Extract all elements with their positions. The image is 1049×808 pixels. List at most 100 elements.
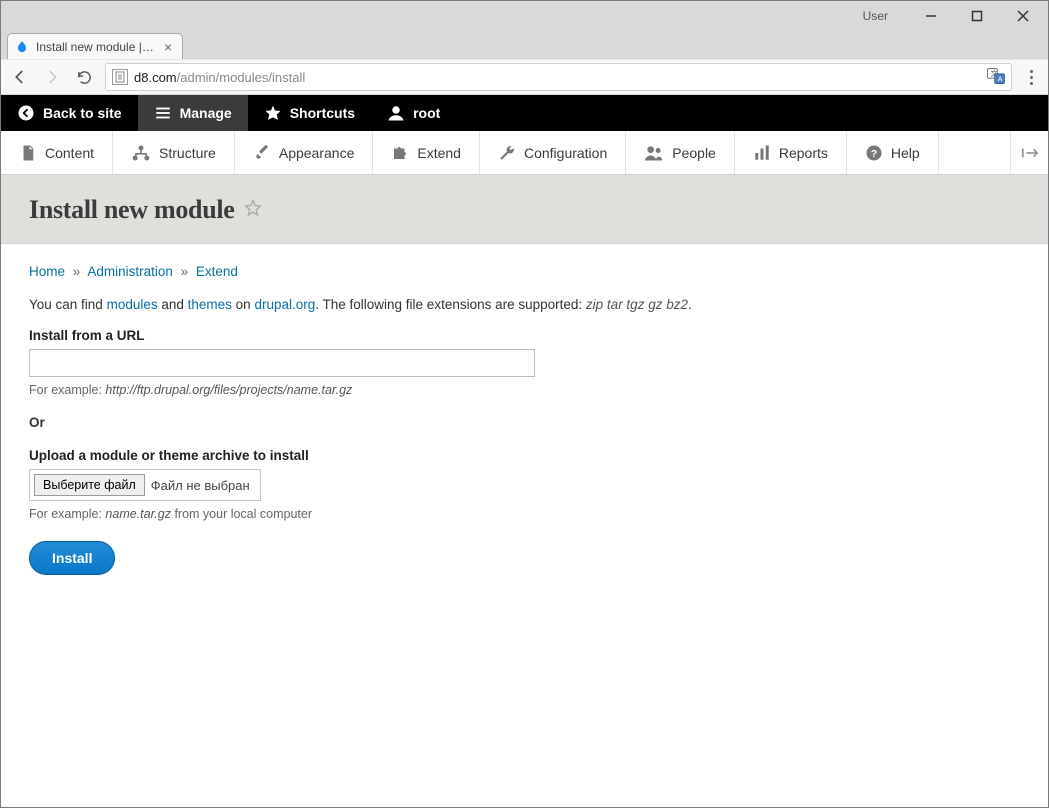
menu-configuration[interactable]: Configuration	[480, 131, 626, 174]
favorite-star-icon[interactable]	[243, 195, 263, 225]
translate-icon[interactable]: 文A	[987, 68, 1005, 87]
drupal-toolbar: Back to site Manage Shortcuts root	[1, 95, 1048, 131]
breadcrumb-sep: »	[69, 264, 85, 279]
page-title-text: Install new module	[29, 195, 235, 225]
breadcrumb-sep: »	[177, 264, 193, 279]
upload-hint: For example: name.tar.gz from your local…	[29, 507, 1020, 521]
page-title: Install new module	[29, 195, 1020, 225]
upload-hint-example: name.tar.gz	[105, 507, 171, 521]
breadcrumb-admin[interactable]: Administration	[87, 264, 173, 279]
menu-structure[interactable]: Structure	[113, 131, 235, 174]
upload-hint-suffix: from your local computer	[171, 507, 312, 521]
minimize-icon	[925, 10, 937, 22]
toolbar-user[interactable]: root	[371, 95, 456, 131]
url-label: Install from a URL	[29, 328, 1020, 343]
close-icon	[1017, 10, 1029, 22]
url-text: d8.com/admin/modules/install	[134, 70, 305, 85]
menu-label: Help	[891, 145, 920, 161]
themes-link[interactable]: themes	[188, 297, 232, 312]
menu-collapse-button[interactable]	[1010, 131, 1048, 174]
page-title-region: Install new module	[1, 175, 1048, 244]
star-icon	[264, 104, 282, 122]
os-titlebar: User	[1, 1, 1048, 31]
address-bar[interactable]: d8.com/admin/modules/install 文A	[105, 63, 1012, 91]
nav-forward-button[interactable]	[41, 66, 63, 88]
menu-label: Reports	[779, 145, 828, 161]
document-icon	[19, 144, 37, 162]
user-icon	[387, 104, 405, 122]
intro-prefix: You can find	[29, 297, 107, 312]
drupalorg-link[interactable]: drupal.org	[254, 297, 315, 312]
modules-link[interactable]: modules	[107, 297, 158, 312]
intro-mid2: on	[232, 297, 255, 312]
breadcrumb-extend[interactable]: Extend	[196, 264, 238, 279]
menu-label: Content	[45, 145, 94, 161]
browser-tabstrip: Install new module | Drup ×	[1, 31, 1048, 59]
toolbar-back-to-site[interactable]: Back to site	[1, 95, 138, 131]
help-icon: ?	[865, 144, 883, 162]
file-input-wrapper[interactable]: Выберите файл Файл не выбран	[29, 469, 261, 501]
content-region: Home » Administration » Extend You can f…	[1, 244, 1048, 807]
intro-extensions: zip tar tgz gz bz2	[586, 297, 688, 312]
or-separator: Or	[29, 415, 1020, 430]
intro-suffix: . The following file extensions are supp…	[315, 297, 586, 312]
choose-file-button[interactable]: Выберите файл	[34, 474, 145, 496]
collapse-icon	[1021, 146, 1039, 160]
url-host: d8.com	[134, 70, 177, 85]
intro-text: You can find modules and themes on drupa…	[29, 297, 1020, 312]
tab-close-button[interactable]: ×	[162, 40, 174, 54]
os-window: User Install new module | Drup ×	[0, 0, 1049, 808]
drupal-admin-menu: Content Structure Appearance Extend Conf…	[1, 131, 1048, 175]
browser-toolbar: d8.com/admin/modules/install 文A	[1, 59, 1048, 95]
menu-label: Extend	[417, 145, 461, 161]
arrow-left-icon	[11, 68, 29, 86]
upload-label: Upload a module or theme archive to inst…	[29, 448, 1020, 463]
os-close-button[interactable]	[1000, 1, 1046, 31]
nav-reload-button[interactable]	[73, 66, 95, 88]
intro-tail: .	[688, 297, 692, 312]
os-user-label: User	[863, 9, 888, 23]
puzzle-icon	[391, 144, 409, 162]
svg-text:?: ?	[871, 147, 877, 159]
omnibox-actions: 文A	[987, 68, 1005, 87]
hamburger-icon	[154, 104, 172, 122]
url-hint: For example: http://ftp.drupal.org/files…	[29, 383, 1020, 397]
bar-chart-icon	[753, 144, 771, 162]
toolbar-shortcuts-label: Shortcuts	[290, 105, 355, 121]
browser-tab[interactable]: Install new module | Drup ×	[7, 33, 183, 59]
wrench-icon	[498, 144, 516, 162]
drupal-favicon-icon	[14, 39, 30, 55]
upload-hint-prefix: For example:	[29, 507, 105, 521]
arrow-right-icon	[43, 68, 61, 86]
install-url-input[interactable]	[29, 349, 535, 377]
os-minimize-button[interactable]	[908, 1, 954, 31]
toolbar-shortcuts[interactable]: Shortcuts	[248, 95, 371, 131]
breadcrumb: Home » Administration » Extend	[29, 264, 1020, 279]
menu-label: Configuration	[524, 145, 607, 161]
browser-menu-button[interactable]	[1022, 70, 1040, 85]
page-info-icon[interactable]	[112, 69, 128, 85]
paintbrush-icon	[253, 144, 271, 162]
maximize-icon	[971, 10, 983, 22]
os-maximize-button[interactable]	[954, 1, 1000, 31]
menu-label: Appearance	[279, 145, 355, 161]
menu-reports[interactable]: Reports	[735, 131, 847, 174]
svg-text:A: A	[998, 75, 1003, 83]
menu-people[interactable]: People	[626, 131, 735, 174]
url-path: /admin/modules/install	[177, 70, 306, 85]
install-button[interactable]: Install	[29, 541, 115, 575]
toolbar-back-label: Back to site	[43, 105, 122, 121]
toolbar-user-label: root	[413, 105, 440, 121]
menu-appearance[interactable]: Appearance	[235, 131, 374, 174]
toolbar-manage-label: Manage	[180, 105, 232, 121]
url-hint-prefix: For example:	[29, 383, 105, 397]
menu-label: People	[672, 145, 716, 161]
toolbar-manage[interactable]: Manage	[138, 95, 248, 131]
breadcrumb-home[interactable]: Home	[29, 264, 65, 279]
nav-back-button[interactable]	[9, 66, 31, 88]
hierarchy-icon	[131, 144, 151, 162]
menu-help[interactable]: ? Help	[847, 131, 939, 174]
menu-extend[interactable]: Extend	[373, 131, 480, 174]
menu-content[interactable]: Content	[1, 131, 113, 174]
file-status-text: Файл не выбран	[149, 478, 260, 493]
